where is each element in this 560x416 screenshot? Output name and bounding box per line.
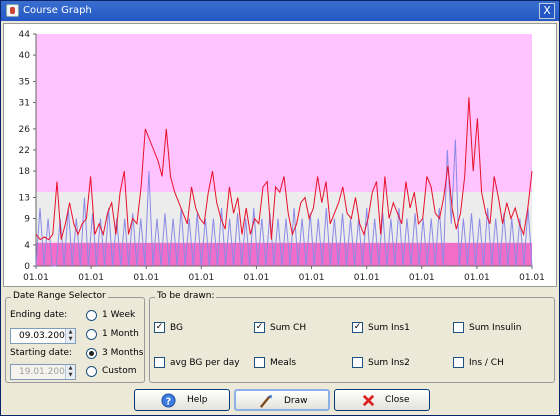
checkbox-sum-insulin-label: Sum Insulin [469, 323, 522, 333]
ending-date-input[interactable]: 09.03.2008 ▲ ▼ [10, 328, 76, 344]
checkbox-bg-label: BG [170, 323, 183, 333]
checkbox-bg[interactable]: ✓ [154, 322, 165, 333]
band-high [36, 34, 532, 193]
radio-custom[interactable] [86, 366, 97, 377]
x-tick-label: 01.01 [23, 273, 49, 283]
title-bar: Course Graph X [1, 1, 559, 21]
checkbox-avg-bg-label: avg BG per day [170, 358, 240, 368]
date-range-title: Date Range Selector [11, 291, 108, 301]
y-tick-label: 44 [19, 30, 31, 40]
radio-1-week-label: 1 Week [102, 310, 136, 320]
checkbox-sum-ch-label: Sum CH [270, 323, 307, 333]
draw-button-label: Draw [284, 396, 308, 406]
java-app-icon [6, 4, 19, 17]
x-tick-label: 01.01 [188, 273, 214, 283]
checkbox-sum-ch[interactable]: ✓ [254, 322, 265, 333]
draw-button[interactable]: Draw [234, 389, 330, 411]
ending-date-spinner[interactable]: ▲ ▼ [65, 329, 75, 343]
ending-date-label: Ending date: [10, 310, 68, 320]
close-x-icon [362, 394, 375, 407]
starting-date-spinner[interactable]: ▲ ▼ [65, 365, 75, 379]
checkbox-sum-ins1[interactable]: ✓ [352, 322, 363, 333]
y-tick-label: 9 [24, 215, 30, 225]
y-tick-label: 22 [19, 146, 30, 156]
checkbox-meals[interactable] [254, 357, 265, 368]
help-button-label: Help [187, 395, 208, 405]
checkbox-sum-insulin[interactable] [453, 322, 464, 333]
close-button-label: Close [385, 395, 410, 405]
x-tick-label: 01.01 [519, 273, 545, 283]
y-tick-label: 4 [24, 241, 30, 251]
to-be-drawn-group: To be drawn: ✓ BG ✓ Sum CH ✓ Sum Ins1 Su… [149, 291, 555, 383]
date-range-group: Date Range Selector Ending date: 09.03.2… [5, 291, 145, 383]
y-tick-label: 35 [19, 77, 30, 87]
y-tick-label: 31 [19, 99, 30, 109]
checkbox-ins-ch-label: Ins / CH [469, 358, 504, 368]
y-tick-label: 0 [24, 262, 30, 272]
radio-3-months[interactable] [86, 348, 97, 359]
spin-up-icon[interactable]: ▲ [66, 365, 75, 372]
y-tick-label: 18 [19, 167, 31, 177]
x-tick-label: 01.01 [244, 273, 270, 283]
starting-date-input[interactable]: 19.01.2008 ▲ ▼ [10, 364, 76, 380]
radio-custom-label: Custom [102, 366, 137, 376]
radio-1-month-label: 1 Month [102, 329, 139, 339]
ending-date-value: 09.03.2008 [19, 331, 71, 341]
x-tick-label: 01.01 [409, 273, 435, 283]
starting-date-value: 19.01.2008 [19, 367, 71, 377]
checkbox-ins-ch[interactable] [453, 357, 464, 368]
x-tick-label: 01.01 [133, 273, 159, 283]
help-icon: ? [161, 393, 176, 408]
y-tick-label: 40 [19, 51, 31, 61]
window-title: Course Graph [23, 5, 92, 16]
starting-date-label: Starting date: [10, 348, 73, 358]
checkbox-sum-ins1-label: Sum Ins1 [368, 323, 410, 333]
help-icon-glyph: ? [166, 396, 171, 407]
x-tick-label: 01.01 [78, 273, 104, 283]
close-button[interactable]: Close [334, 389, 430, 411]
checkbox-sum-ins2-label: Sum Ins2 [368, 358, 410, 368]
radio-1-week[interactable] [86, 310, 97, 321]
spin-up-icon[interactable]: ▲ [66, 329, 75, 336]
checkbox-meals-label: Meals [270, 358, 297, 368]
x-tick-label: 01.01 [299, 273, 325, 283]
radio-3-months-label: 3 Months [102, 348, 144, 358]
window-close-button[interactable]: X [539, 3, 555, 19]
x-tick-label: 01.01 [354, 273, 380, 283]
radio-1-month[interactable] [86, 329, 97, 340]
y-tick-label: 26 [19, 125, 31, 135]
course-chart: 0 4 9 13 18 22 26 31 35 40 44 01.01 01.01 01.01 01.01 0… [3, 23, 557, 287]
x-tick-label: 01.01 [464, 273, 490, 283]
paintbrush-icon [259, 394, 273, 408]
chart-svg: 0 4 9 13 18 22 26 31 35 40 44 01.01 01.01 01.01 01.01 0… [19, 30, 545, 283]
spin-down-icon[interactable]: ▼ [66, 372, 75, 379]
spin-down-icon[interactable]: ▼ [66, 336, 75, 343]
course-graph-window: Course Graph X 0 4 9 13 18 22 26 31 35 40 44 01.01 0… [0, 0, 560, 416]
checkbox-sum-ins2[interactable] [352, 357, 363, 368]
checkbox-avg-bg[interactable] [154, 357, 165, 368]
to-be-drawn-title: To be drawn: [155, 291, 217, 301]
y-tick-label: 13 [19, 193, 30, 203]
help-button[interactable]: ? Help [134, 389, 230, 411]
